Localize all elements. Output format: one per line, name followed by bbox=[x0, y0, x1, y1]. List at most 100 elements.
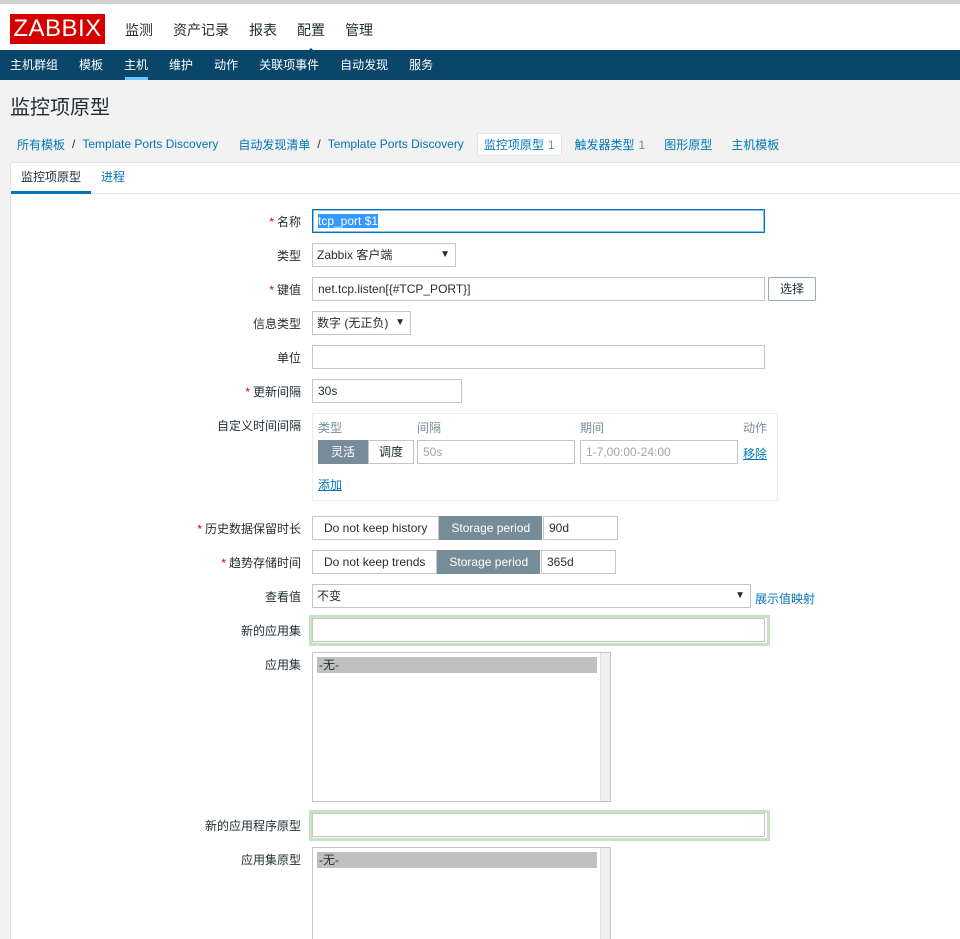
required-marker: * bbox=[269, 215, 274, 229]
show-value-select[interactable]: 不变 ▼ bbox=[312, 584, 751, 608]
custom-col-action: 动作 bbox=[743, 421, 768, 435]
name-label: * 名称 bbox=[269, 213, 301, 230]
crumb-item-prototypes-label: 监控项原型 bbox=[483, 137, 544, 152]
custom-intervals-label: 自定义时间间隔 bbox=[216, 419, 301, 433]
history-storage-option[interactable]: Storage period bbox=[439, 516, 543, 540]
top-header: ZABBIX 监测 资产记录 报表 配置 管理 bbox=[0, 0, 960, 54]
crumb-discovery-rule[interactable]: Template Ports Discovery bbox=[321, 137, 471, 151]
menu-inventory[interactable]: 资产记录 bbox=[163, 8, 239, 50]
required-marker: * bbox=[221, 556, 226, 570]
trends-storage-option[interactable]: Storage period bbox=[437, 550, 541, 574]
history-no-keep-option[interactable]: Do not keep history bbox=[312, 516, 440, 540]
interval-input[interactable]: 30s bbox=[312, 379, 462, 403]
interval-label-text: 更新间隔 bbox=[252, 385, 301, 399]
type-label: 类型 bbox=[276, 249, 301, 263]
tab-preprocessing[interactable]: 进程 bbox=[91, 163, 135, 193]
interval-label: * 更新间隔 bbox=[245, 383, 301, 400]
tab-item-prototype[interactable]: 监控项原型 bbox=[11, 163, 92, 194]
crumb-discovery-list[interactable]: 自动发现清单 bbox=[231, 136, 317, 153]
submenu-maintenance[interactable]: 维护 bbox=[159, 50, 204, 80]
submenu-services[interactable]: 服务 bbox=[399, 50, 444, 80]
custom-intervals-table: 类型 间隔 期间 动作 灵活 调度 50s 1-7,00:00-24:00 移除… bbox=[312, 413, 778, 501]
crumb-item-prototypes[interactable]: 监控项原型 1 bbox=[476, 132, 562, 156]
submenu-templates[interactable]: 模板 bbox=[69, 50, 114, 80]
menu-monitoring[interactable]: 监测 bbox=[115, 8, 163, 50]
zabbix-logo[interactable]: ZABBIX bbox=[10, 14, 105, 44]
breadcrumb: 所有模板 / Template Ports Discovery 自动发现清单 /… bbox=[10, 132, 786, 156]
trends-toggle: Do not keep trends Storage period bbox=[312, 550, 541, 574]
name-input-value: tcp_port $1 bbox=[318, 214, 379, 228]
history-label: * 历史数据保留时长 bbox=[197, 520, 301, 537]
crumb-template[interactable]: Template Ports Discovery bbox=[75, 137, 225, 151]
info-type-label: 信息类型 bbox=[252, 317, 301, 331]
app-protos-label: 应用集原型 bbox=[240, 853, 301, 867]
crumb-trigger-prototypes[interactable]: 触发器类型 1 bbox=[568, 136, 653, 153]
trends-no-keep-option[interactable]: Do not keep trends bbox=[312, 550, 438, 574]
submenu-hosts[interactable]: 主机 bbox=[114, 50, 159, 80]
new-app-input[interactable] bbox=[312, 618, 765, 642]
sub-menu: 主机群组 模板 主机 维护 动作 关联项事件 自动发现 服务 bbox=[0, 50, 960, 80]
submenu-discovery[interactable]: 自动发现 bbox=[330, 50, 399, 80]
units-label: 单位 bbox=[276, 351, 301, 365]
dropdown-arrow-icon: ▼ bbox=[395, 317, 405, 328]
submenu-correlation[interactable]: 关联项事件 bbox=[249, 50, 330, 80]
flexible-option[interactable]: 灵活 bbox=[318, 440, 369, 464]
scheduling-option[interactable]: 调度 bbox=[368, 440, 415, 464]
name-input[interactable]: tcp_port $1 bbox=[312, 209, 765, 233]
show-value-select-value: 不变 bbox=[317, 589, 342, 603]
page-title: 监控项原型 bbox=[10, 97, 110, 119]
new-app-proto-label: 新的应用程序原型 bbox=[204, 819, 301, 833]
main-menu: 监测 资产记录 报表 配置 管理 bbox=[115, 8, 383, 54]
submenu-actions[interactable]: 动作 bbox=[204, 50, 249, 80]
dropdown-arrow-icon: ▼ bbox=[735, 590, 745, 601]
history-label-text: 历史数据保留时长 bbox=[204, 522, 301, 536]
listbox-scrollbar[interactable] bbox=[600, 653, 610, 801]
required-marker: * bbox=[197, 522, 202, 536]
apps-label: 应用集 bbox=[264, 658, 301, 672]
trends-label: * 趋势存储时间 bbox=[221, 554, 301, 571]
history-period-input[interactable]: 90d bbox=[543, 516, 618, 540]
info-type-select-value: 数字 (无正负) bbox=[317, 316, 389, 330]
crumb-item-prototypes-count: 1 bbox=[547, 137, 555, 152]
type-select-value: Zabbix 客户端 bbox=[317, 248, 393, 262]
listbox-scrollbar[interactable] bbox=[600, 848, 610, 939]
show-value-mapping-link[interactable]: 展示值映射 bbox=[755, 590, 815, 607]
custom-add-link[interactable]: 添加 bbox=[318, 476, 342, 493]
apps-option-none[interactable]: -无- bbox=[317, 657, 597, 673]
show-value-label: 查看值 bbox=[264, 590, 301, 604]
custom-type-toggle: 灵活 调度 bbox=[318, 440, 415, 464]
crumb-all-templates[interactable]: 所有模板 bbox=[10, 136, 72, 153]
key-input[interactable]: net.tcp.listen[{#TCP_PORT}] bbox=[312, 277, 765, 301]
dropdown-arrow-icon: ▼ bbox=[440, 249, 450, 260]
trends-label-text: 趋势存储时间 bbox=[228, 556, 301, 570]
units-input[interactable] bbox=[312, 345, 765, 369]
apps-listbox[interactable]: -无- bbox=[312, 652, 611, 802]
crumb-graph-prototypes[interactable]: 图形原型 bbox=[657, 136, 719, 153]
form-tabs: 监控项原型 进程 bbox=[11, 163, 960, 194]
menu-reports[interactable]: 报表 bbox=[239, 8, 287, 50]
custom-interval-input[interactable]: 50s bbox=[417, 440, 575, 464]
new-app-label: 新的应用集 bbox=[240, 624, 301, 638]
app-protos-listbox[interactable]: -无- bbox=[312, 847, 611, 939]
custom-period-input[interactable]: 1-7,00:00-24:00 bbox=[580, 440, 738, 464]
crumb-trigger-prototypes-label: 触发器类型 bbox=[574, 137, 635, 152]
info-type-select[interactable]: 数字 (无正负) ▼ bbox=[312, 311, 411, 335]
history-toggle: Do not keep history Storage period bbox=[312, 516, 543, 540]
trends-period-input[interactable]: 365d bbox=[541, 550, 616, 574]
custom-col-type: 类型 bbox=[318, 421, 343, 435]
crumb-trigger-prototypes-count: 1 bbox=[638, 137, 646, 152]
required-marker: * bbox=[245, 385, 250, 399]
key-select-button[interactable]: 选择 bbox=[768, 277, 816, 301]
key-label: * 键值 bbox=[269, 281, 301, 298]
type-select[interactable]: Zabbix 客户端 ▼ bbox=[312, 243, 456, 267]
menu-configuration[interactable]: 配置 bbox=[287, 8, 335, 54]
menu-administration[interactable]: 管理 bbox=[335, 8, 383, 50]
submenu-host-groups[interactable]: 主机群组 bbox=[0, 50, 69, 80]
custom-col-interval: 间隔 bbox=[417, 421, 442, 435]
form-panel: 监控项原型 进程 * 名称 tcp_port $1 类型 Zabbix 客户端 ▼ … bbox=[10, 162, 960, 939]
crumb-host-templates[interactable]: 主机模板 bbox=[724, 136, 786, 153]
app-protos-option-none[interactable]: -无- bbox=[317, 852, 597, 868]
new-app-proto-input[interactable] bbox=[312, 813, 765, 837]
key-label-text: 键值 bbox=[276, 283, 301, 297]
custom-remove-link[interactable]: 移除 bbox=[743, 445, 767, 462]
